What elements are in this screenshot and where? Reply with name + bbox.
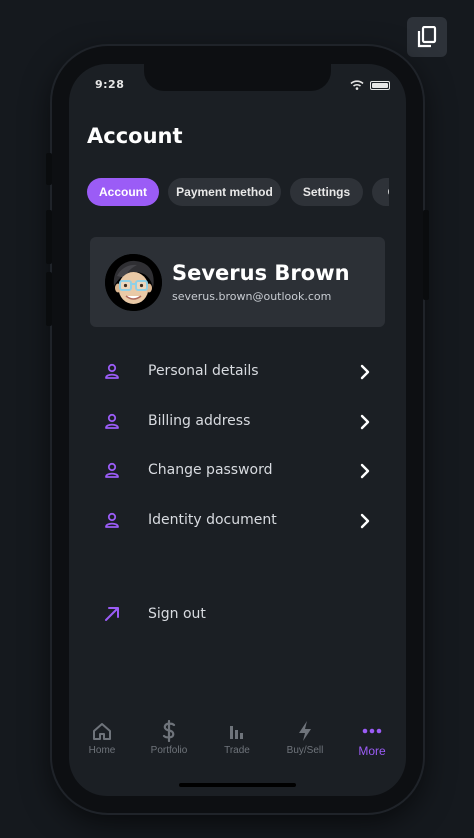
tab-account[interactable]: Account xyxy=(87,178,159,206)
nav-item-more[interactable]: More xyxy=(342,716,402,766)
chevron-right-icon xyxy=(360,513,370,529)
memoji-avatar-image xyxy=(105,254,162,311)
user-icon xyxy=(105,462,119,478)
battery-icon xyxy=(370,80,390,90)
menu-item-label: Change password xyxy=(148,462,273,478)
home-icon xyxy=(93,723,111,740)
tab-bar: Account Payment method Settings C xyxy=(87,178,389,206)
home-indicator xyxy=(179,783,296,787)
profile-name: Severus Brown xyxy=(172,261,350,285)
avatar xyxy=(105,254,162,311)
bottom-nav: Home Portfolio Trade Buy/Sell More xyxy=(69,716,406,766)
profile-email: severus.brown@outlook.com xyxy=(172,290,332,303)
dollar-icon xyxy=(162,720,176,742)
phone-side-button xyxy=(46,153,52,185)
lightning-icon xyxy=(299,721,311,741)
phone-screen: 9:28 Account Account Payment method Sett… xyxy=(69,64,406,796)
menu-item-identity-document[interactable]: Identity document xyxy=(69,501,406,541)
chevron-right-icon xyxy=(360,463,370,479)
nav-item-portfolio[interactable]: Portfolio xyxy=(139,716,199,766)
wifi-icon xyxy=(350,80,364,90)
phone-volume-down-button xyxy=(46,272,52,326)
menu-item-label: Billing address xyxy=(148,413,251,429)
status-time: 9:28 xyxy=(95,78,125,91)
menu-item-change-password[interactable]: Change password xyxy=(69,451,406,491)
nav-label-trade: Trade xyxy=(224,745,250,756)
phone-volume-up-button xyxy=(46,210,52,264)
nav-item-home[interactable]: Home xyxy=(72,716,132,766)
nav-item-buy-sell[interactable]: Buy/Sell xyxy=(275,716,335,766)
sign-out-label: Sign out xyxy=(148,606,206,622)
menu-item-billing-address[interactable]: Billing address xyxy=(69,402,406,442)
more-dots-icon xyxy=(362,728,382,734)
menu-item-label: Personal details xyxy=(148,363,259,379)
user-icon xyxy=(105,512,119,528)
user-icon xyxy=(105,363,119,379)
nav-label-buy-sell: Buy/Sell xyxy=(286,745,324,756)
page-title: Account xyxy=(87,124,183,148)
menu-item-label: Identity document xyxy=(148,512,277,528)
phone-power-button xyxy=(423,210,429,300)
arrow-up-right-icon xyxy=(105,607,119,621)
nav-item-trade[interactable]: Trade xyxy=(207,716,267,766)
copy-icon xyxy=(417,26,437,48)
user-icon xyxy=(105,413,119,429)
profile-card[interactable]: Severus Brown severus.brown@outlook.com xyxy=(90,237,385,327)
chevron-right-icon xyxy=(360,414,370,430)
notch xyxy=(144,64,331,91)
tab-settings[interactable]: Settings xyxy=(290,178,363,206)
sign-out-button[interactable]: Sign out xyxy=(69,595,406,635)
tab-overflow[interactable]: C xyxy=(372,178,389,206)
status-icons xyxy=(350,80,390,90)
nav-label-portfolio: Portfolio xyxy=(150,745,188,756)
nav-label-more: More xyxy=(358,744,386,758)
bar-chart-icon xyxy=(230,726,243,739)
menu-item-personal-details[interactable]: Personal details xyxy=(69,352,406,392)
chevron-right-icon xyxy=(360,364,370,380)
nav-label-home: Home xyxy=(88,745,116,756)
copy-button[interactable] xyxy=(407,17,447,57)
tab-payment-method[interactable]: Payment method xyxy=(168,178,281,206)
